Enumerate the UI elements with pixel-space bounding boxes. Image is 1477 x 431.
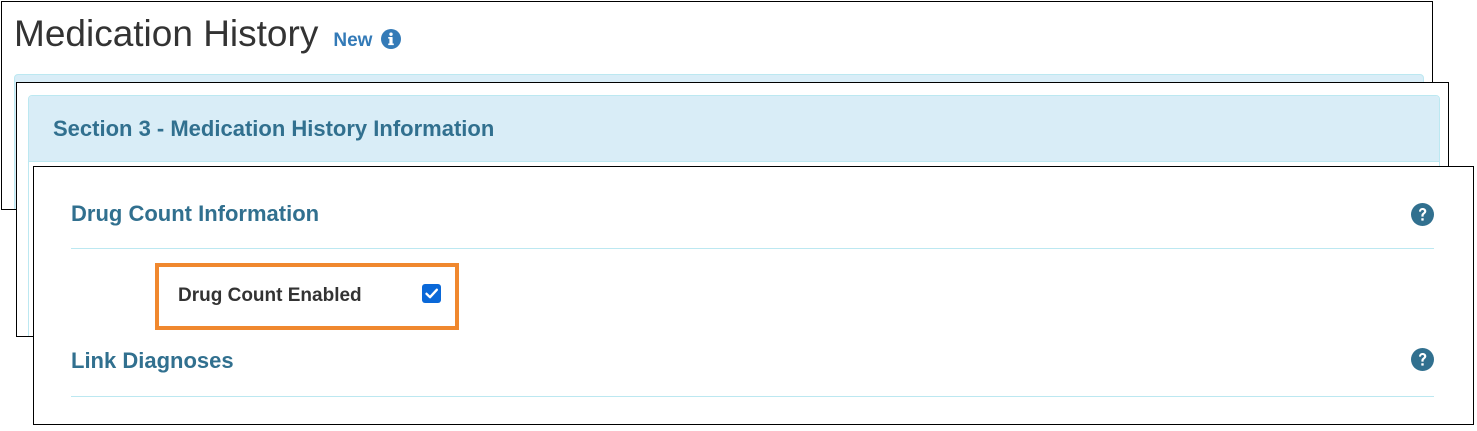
drug-count-enabled-label: Drug Count Enabled	[178, 285, 362, 306]
question-circle-icon[interactable]	[1411, 203, 1434, 226]
page-title: Medication History	[14, 13, 319, 54]
new-link[interactable]: New	[333, 30, 372, 52]
drug-count-enabled-checkbox[interactable]	[422, 284, 441, 303]
details-layer: Drug Count Information Drug Count Enable…	[33, 166, 1474, 425]
drug-count-title: Drug Count Information	[71, 201, 320, 226]
page-title-row: Medication History New	[14, 10, 402, 58]
section-heading: Section 3 - Medication History Informati…	[29, 96, 1439, 162]
link-diagnoses-title: Link Diagnoses	[71, 348, 234, 373]
drug-count-header: Drug Count Information	[71, 167, 1434, 249]
info-icon[interactable]	[381, 29, 402, 49]
checkmark-icon	[425, 288, 438, 299]
question-circle-icon[interactable]	[1411, 348, 1434, 371]
section-title: Section 3 - Medication History Informati…	[53, 115, 495, 141]
link-diagnoses-header: Link Diagnoses	[71, 315, 1434, 397]
